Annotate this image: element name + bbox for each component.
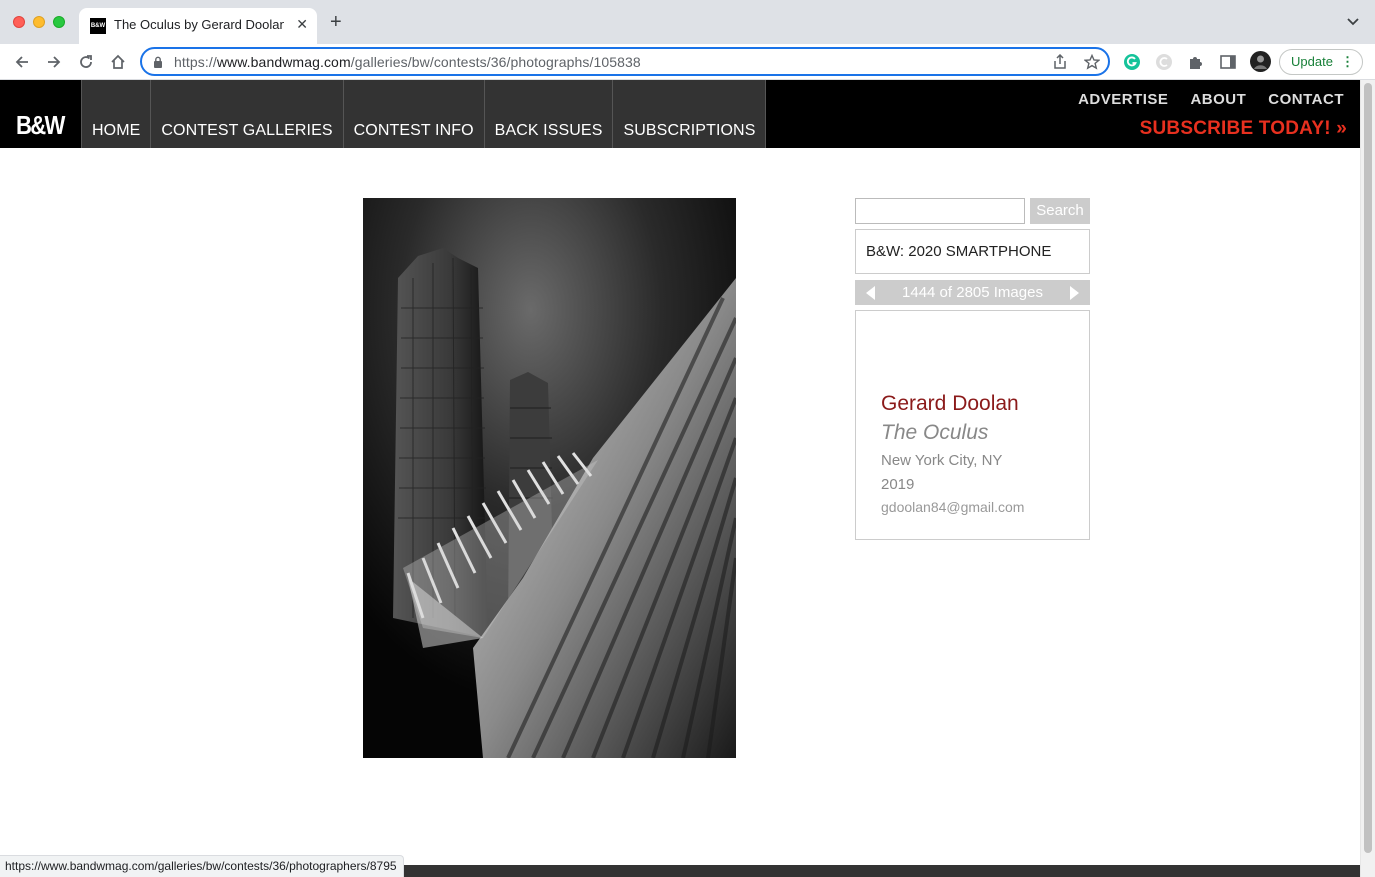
nav-back-issues[interactable]: BACK ISSUES: [484, 80, 614, 148]
photographer-email[interactable]: gdoolan84@gmail.com: [881, 499, 1024, 515]
page-scrollbar[interactable]: [1360, 80, 1375, 877]
maximize-window-button[interactable]: [53, 16, 65, 28]
home-icon[interactable]: [107, 51, 129, 73]
next-image-arrow-icon[interactable]: [1070, 286, 1079, 300]
contest-name[interactable]: B&W: 2020 SMARTPHONE: [855, 229, 1090, 274]
extension-circle-icon[interactable]: [1155, 53, 1173, 71]
main-nav: HOME CONTEST GALLERIES CONTEST INFO BACK…: [82, 80, 767, 148]
more-menu-icon[interactable]: ⋮: [1341, 50, 1354, 74]
photo-location: New York City, NY: [881, 452, 1003, 469]
browser-toolbar: https://www.bandwmag.com/galleries/bw/co…: [0, 44, 1375, 80]
secondary-nav: ADVERTISE ABOUT CONTACT: [1078, 91, 1344, 108]
browser-tab-active[interactable]: B&W The Oculus by Gerard Doolan | B&W ✕: [79, 8, 317, 44]
address-bar[interactable]: https://www.bandwmag.com/galleries/bw/co…: [140, 47, 1110, 76]
new-tab-icon[interactable]: +: [330, 12, 342, 32]
grammarly-extension-icon[interactable]: [1123, 53, 1141, 71]
tab-title: The Oculus by Gerard Doolan | B&W: [114, 17, 284, 32]
photo-year: 2019: [881, 476, 915, 493]
favicon-icon: B&W: [90, 18, 106, 34]
nav-about[interactable]: ABOUT: [1190, 91, 1246, 108]
star-icon[interactable]: [1083, 53, 1101, 73]
update-button[interactable]: Update ⋮: [1279, 49, 1363, 75]
site-header: B&W HOME CONTEST GALLERIES CONTEST INFO …: [0, 80, 1360, 148]
lock-icon[interactable]: [153, 56, 163, 68]
nav-home[interactable]: HOME: [82, 80, 152, 148]
site-logo[interactable]: B&W: [0, 80, 82, 148]
side-panel-icon[interactable]: [1219, 53, 1237, 71]
scrollbar-thumb[interactable]: [1364, 83, 1372, 853]
image-pager: 1444 of 2805 Images: [855, 280, 1090, 305]
search-input[interactable]: [855, 198, 1025, 224]
browser-tab-bar: B&W The Oculus by Gerard Doolan | B&W ✕ …: [0, 0, 1375, 44]
minimize-window-button[interactable]: [33, 16, 45, 28]
search-button[interactable]: Search: [1030, 198, 1090, 224]
tab-search-chevron-icon[interactable]: [1347, 15, 1359, 29]
profile-avatar-icon[interactable]: [1250, 51, 1271, 72]
url-text: https://www.bandwmag.com/galleries/bw/co…: [174, 54, 641, 70]
nav-contest-galleries[interactable]: CONTEST GALLERIES: [151, 80, 344, 148]
nav-advertise[interactable]: ADVERTISE: [1078, 91, 1168, 108]
photographer-link[interactable]: Gerard Doolan: [881, 392, 1019, 416]
nav-subscriptions[interactable]: SUBSCRIPTIONS: [613, 80, 767, 148]
photo-info-box: Gerard Doolan The Oculus New York City, …: [855, 310, 1090, 540]
share-icon[interactable]: [1053, 53, 1067, 73]
contest-photograph[interactable]: [363, 198, 736, 758]
back-arrow-icon[interactable]: [11, 51, 33, 73]
subscribe-today-link[interactable]: SUBSCRIBE TODAY! »: [1140, 118, 1347, 140]
nav-contact[interactable]: CONTACT: [1268, 91, 1344, 108]
photo-title: The Oculus: [881, 421, 989, 444]
tab-close-icon[interactable]: ✕: [296, 16, 308, 33]
image-count: 1444 of 2805 Images: [902, 284, 1043, 301]
close-window-button[interactable]: [13, 16, 25, 28]
forward-arrow-icon[interactable]: [43, 51, 65, 73]
extensions-puzzle-icon[interactable]: [1187, 53, 1205, 71]
link-status-bar: https://www.bandwmag.com/galleries/bw/co…: [0, 855, 404, 877]
nav-contest-info[interactable]: CONTEST INFO: [343, 80, 485, 148]
reload-icon[interactable]: [75, 51, 97, 73]
